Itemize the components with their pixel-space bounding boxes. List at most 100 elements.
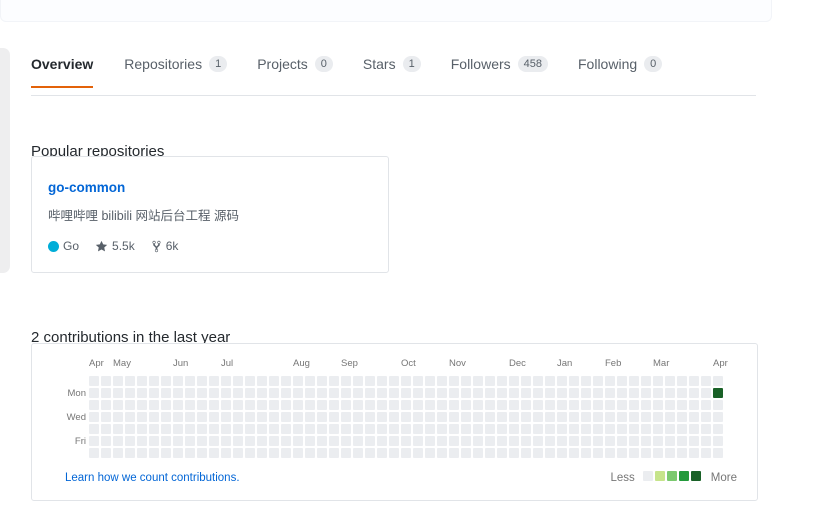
contribution-day-cell[interactable] bbox=[305, 376, 315, 386]
contribution-day-cell[interactable] bbox=[605, 376, 615, 386]
contribution-day-cell[interactable] bbox=[353, 412, 363, 422]
contribution-day-cell[interactable] bbox=[677, 424, 687, 434]
repository-card[interactable]: go-common 哔哩哔哩 bilibili 网站后台工程 源码 Go 5.5… bbox=[31, 156, 389, 273]
contribution-day-cell[interactable] bbox=[377, 412, 387, 422]
contribution-day-cell[interactable] bbox=[173, 376, 183, 386]
contribution-day-cell[interactable] bbox=[617, 400, 627, 410]
contribution-day-cell[interactable] bbox=[425, 388, 435, 398]
contribution-day-cell[interactable] bbox=[257, 388, 267, 398]
contribution-day-cell[interactable] bbox=[221, 412, 231, 422]
contribution-day-cell[interactable] bbox=[137, 448, 147, 458]
contribution-day-cell[interactable] bbox=[329, 448, 339, 458]
contribution-day-cell[interactable] bbox=[461, 376, 471, 386]
contribution-day-cell[interactable] bbox=[677, 400, 687, 410]
contribution-day-cell[interactable] bbox=[221, 448, 231, 458]
contribution-day-cell[interactable] bbox=[149, 388, 159, 398]
contribution-day-cell[interactable] bbox=[317, 400, 327, 410]
contribution-day-cell[interactable] bbox=[677, 412, 687, 422]
contribution-day-cell[interactable] bbox=[497, 448, 507, 458]
contribution-day-cell[interactable] bbox=[233, 436, 243, 446]
contribution-day-cell[interactable] bbox=[653, 400, 663, 410]
contribution-day-cell[interactable] bbox=[509, 436, 519, 446]
contribution-day-cell[interactable] bbox=[713, 388, 723, 398]
contribution-day-cell[interactable] bbox=[593, 436, 603, 446]
contribution-day-cell[interactable] bbox=[365, 436, 375, 446]
contribution-day-cell[interactable] bbox=[653, 448, 663, 458]
contribution-day-cell[interactable] bbox=[197, 436, 207, 446]
contribution-day-cell[interactable] bbox=[665, 424, 675, 434]
contribution-day-cell[interactable] bbox=[581, 400, 591, 410]
contribution-day-cell[interactable] bbox=[509, 424, 519, 434]
contribution-day-cell[interactable] bbox=[137, 400, 147, 410]
contribution-day-cell[interactable] bbox=[281, 412, 291, 422]
contribution-day-cell[interactable] bbox=[413, 412, 423, 422]
contribution-day-cell[interactable] bbox=[485, 448, 495, 458]
contribution-day-cell[interactable] bbox=[545, 376, 555, 386]
contribution-day-cell[interactable] bbox=[509, 412, 519, 422]
contribution-day-cell[interactable] bbox=[581, 436, 591, 446]
contribution-day-cell[interactable] bbox=[353, 436, 363, 446]
contribution-day-cell[interactable] bbox=[365, 400, 375, 410]
contribution-day-cell[interactable] bbox=[257, 424, 267, 434]
contribution-day-cell[interactable] bbox=[449, 424, 459, 434]
contribution-day-cell[interactable] bbox=[149, 412, 159, 422]
contribution-day-cell[interactable] bbox=[449, 448, 459, 458]
contribution-day-cell[interactable] bbox=[497, 376, 507, 386]
contribution-day-cell[interactable] bbox=[665, 448, 675, 458]
contribution-day-cell[interactable] bbox=[281, 448, 291, 458]
contribution-day-cell[interactable] bbox=[401, 412, 411, 422]
contribution-day-cell[interactable] bbox=[617, 424, 627, 434]
contribution-day-cell[interactable] bbox=[341, 448, 351, 458]
contribution-day-cell[interactable] bbox=[353, 424, 363, 434]
contribution-day-cell[interactable] bbox=[461, 448, 471, 458]
contribution-day-cell[interactable] bbox=[689, 388, 699, 398]
contribution-day-cell[interactable] bbox=[569, 400, 579, 410]
contribution-day-cell[interactable] bbox=[269, 400, 279, 410]
contribution-day-cell[interactable] bbox=[677, 388, 687, 398]
contribution-day-cell[interactable] bbox=[413, 388, 423, 398]
contribution-day-cell[interactable] bbox=[593, 376, 603, 386]
contribution-day-cell[interactable] bbox=[437, 400, 447, 410]
contribution-day-cell[interactable] bbox=[569, 436, 579, 446]
contribution-day-cell[interactable] bbox=[713, 424, 723, 434]
learn-how-we-count-link[interactable]: Learn how we count contributions. bbox=[65, 472, 240, 484]
contribution-day-cell[interactable] bbox=[161, 388, 171, 398]
contribution-day-cell[interactable] bbox=[353, 376, 363, 386]
contribution-day-cell[interactable] bbox=[449, 400, 459, 410]
tab-stars[interactable]: Stars 1 bbox=[348, 52, 436, 87]
contribution-day-cell[interactable] bbox=[497, 400, 507, 410]
contribution-day-cell[interactable] bbox=[653, 436, 663, 446]
contribution-day-cell[interactable] bbox=[269, 376, 279, 386]
contribution-day-cell[interactable] bbox=[677, 448, 687, 458]
contribution-day-cell[interactable] bbox=[221, 436, 231, 446]
contribution-day-cell[interactable] bbox=[437, 448, 447, 458]
contribution-day-cell[interactable] bbox=[713, 400, 723, 410]
contribution-day-cell[interactable] bbox=[389, 412, 399, 422]
contribution-day-cell[interactable] bbox=[125, 448, 135, 458]
contribution-day-cell[interactable] bbox=[581, 448, 591, 458]
contribution-day-cell[interactable] bbox=[473, 436, 483, 446]
contribution-day-cell[interactable] bbox=[533, 412, 543, 422]
contribution-day-cell[interactable] bbox=[437, 388, 447, 398]
contribution-day-cell[interactable] bbox=[653, 424, 663, 434]
contribution-day-cell[interactable] bbox=[701, 376, 711, 386]
contribution-day-cell[interactable] bbox=[473, 448, 483, 458]
contribution-day-cell[interactable] bbox=[293, 388, 303, 398]
tab-overview[interactable]: Overview bbox=[31, 52, 109, 87]
contribution-day-cell[interactable] bbox=[209, 376, 219, 386]
contribution-day-cell[interactable] bbox=[425, 424, 435, 434]
contribution-day-cell[interactable] bbox=[545, 436, 555, 446]
contribution-day-cell[interactable] bbox=[617, 388, 627, 398]
contribution-day-cell[interactable] bbox=[185, 412, 195, 422]
contribution-day-cell[interactable] bbox=[125, 412, 135, 422]
contribution-day-cell[interactable] bbox=[545, 448, 555, 458]
contribution-day-cell[interactable] bbox=[509, 388, 519, 398]
contribution-day-cell[interactable] bbox=[305, 412, 315, 422]
contribution-day-cell[interactable] bbox=[665, 388, 675, 398]
contribution-day-cell[interactable] bbox=[173, 412, 183, 422]
contribution-day-cell[interactable] bbox=[209, 400, 219, 410]
contribution-day-cell[interactable] bbox=[485, 388, 495, 398]
contribution-day-cell[interactable] bbox=[173, 400, 183, 410]
contribution-day-cell[interactable] bbox=[641, 412, 651, 422]
contribution-day-cell[interactable] bbox=[557, 400, 567, 410]
